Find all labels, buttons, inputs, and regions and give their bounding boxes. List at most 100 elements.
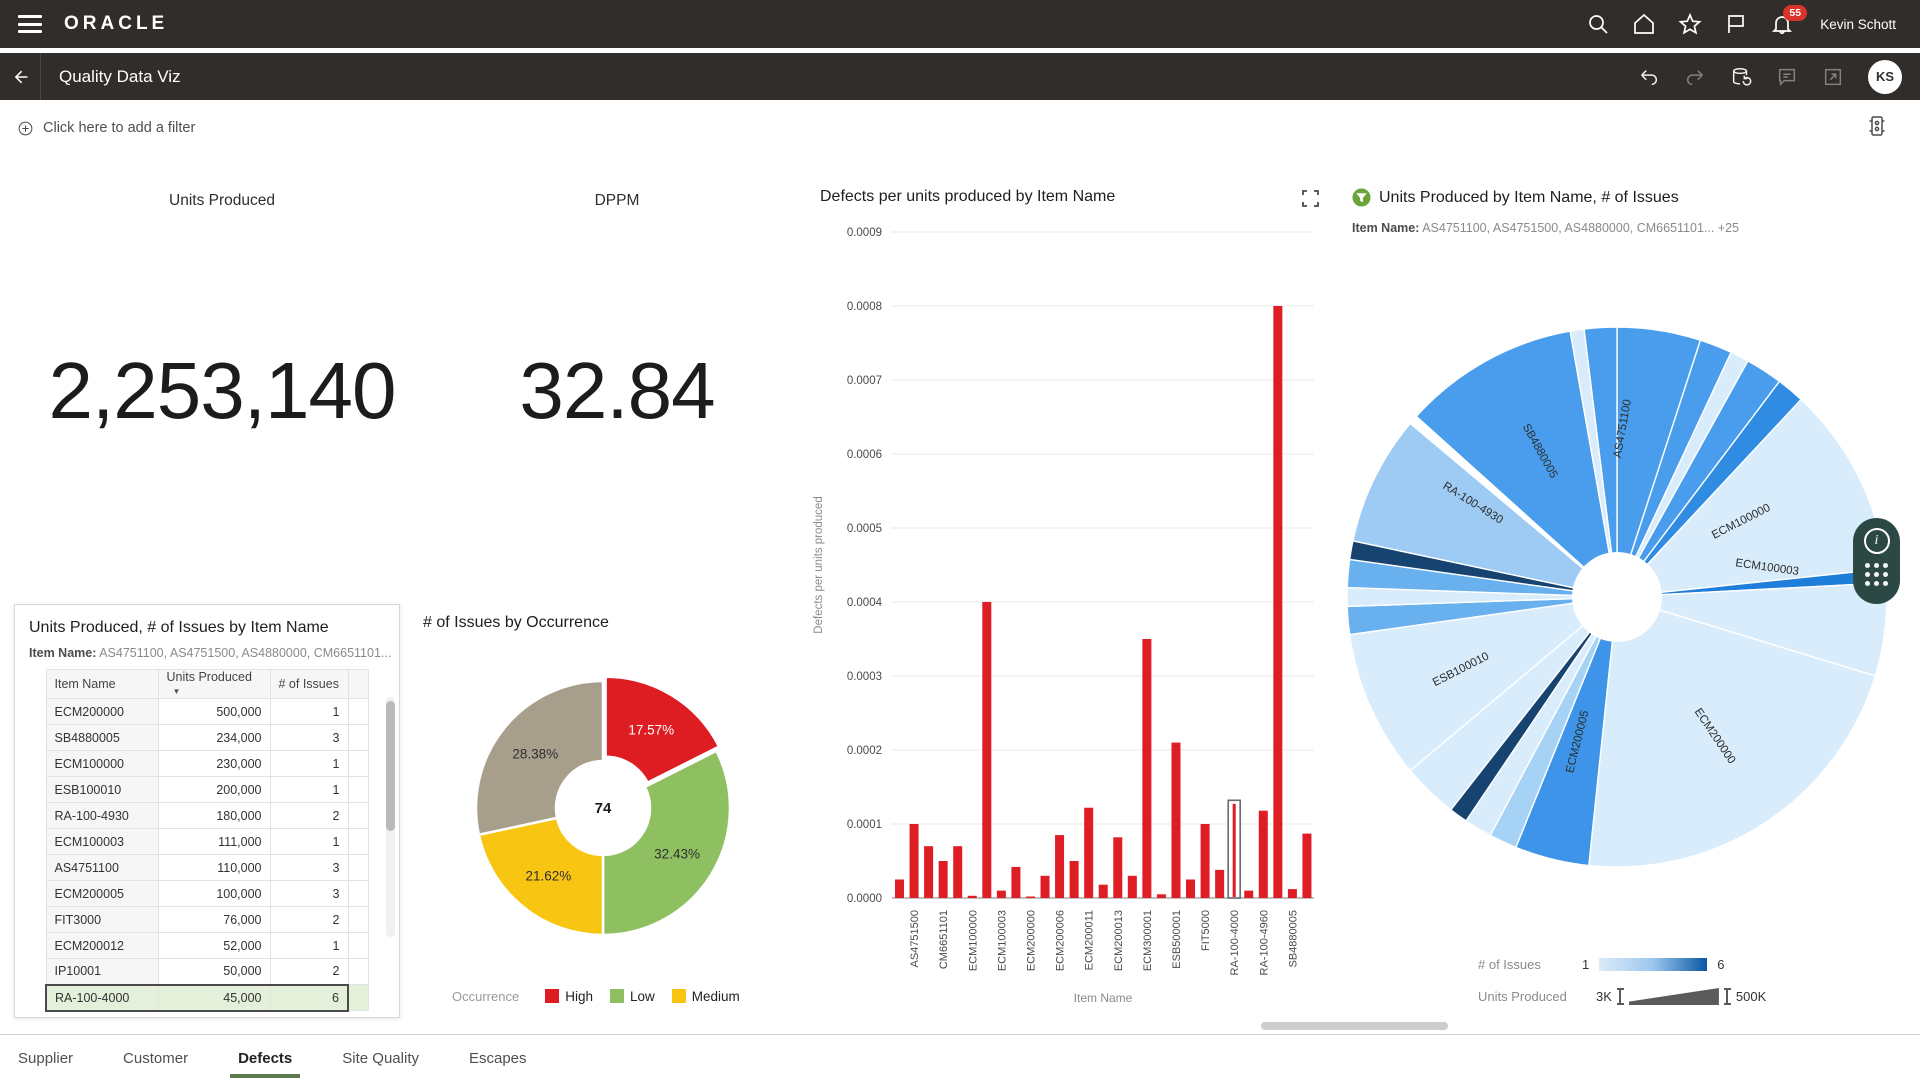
column-header-item-name[interactable]: Item Name bbox=[46, 670, 158, 699]
table-cell[interactable]: 76,000 bbox=[158, 907, 270, 933]
table-cell[interactable]: SB4880005 bbox=[46, 725, 158, 751]
hamburger-menu-icon[interactable] bbox=[18, 15, 42, 33]
table-cell[interactable]: ECM100003 bbox=[46, 829, 158, 855]
table-header-row[interactable]: Item NameUnits Produced▼# of Issues bbox=[46, 670, 368, 699]
tab-defects[interactable]: Defects bbox=[236, 1046, 294, 1071]
table-cell[interactable]: 111,000 bbox=[158, 829, 270, 855]
table-cell[interactable] bbox=[348, 751, 368, 777]
table-cell[interactable]: 180,000 bbox=[158, 803, 270, 829]
donut-slice-Low[interactable] bbox=[603, 751, 730, 935]
bar[interactable] bbox=[1171, 743, 1180, 898]
table-row[interactable]: ECM100000230,0001 bbox=[46, 751, 368, 777]
user-name[interactable]: Kevin Schott bbox=[1820, 17, 1896, 32]
bar[interactable] bbox=[1055, 835, 1064, 898]
tab-escapes[interactable]: Escapes bbox=[467, 1046, 529, 1071]
redo-icon[interactable] bbox=[1684, 66, 1706, 88]
table-cell[interactable] bbox=[348, 803, 368, 829]
table-cell[interactable]: 110,000 bbox=[158, 855, 270, 881]
undo-icon[interactable] bbox=[1638, 66, 1660, 88]
table-cell[interactable]: AS4751100 bbox=[46, 855, 158, 881]
column-header--of-issues[interactable]: # of Issues bbox=[270, 670, 348, 699]
table-cell[interactable]: 1 bbox=[270, 699, 348, 725]
legend-item-High[interactable]: High bbox=[545, 989, 593, 1004]
issues-by-occurrence-donut[interactable]: 17.57%32.43%21.62%28.38%74 bbox=[455, 660, 755, 960]
table-cell[interactable]: FIT3000 bbox=[46, 907, 158, 933]
bar[interactable] bbox=[997, 891, 1006, 898]
table-cell[interactable] bbox=[348, 777, 368, 803]
table-vertical-scrollbar[interactable] bbox=[386, 697, 395, 937]
bar[interactable] bbox=[982, 602, 991, 898]
bar-selected[interactable] bbox=[1228, 800, 1240, 898]
tab-site-quality[interactable]: Site Quality bbox=[340, 1046, 421, 1071]
table-cell[interactable]: 45,000 bbox=[158, 985, 270, 1011]
add-filter-button[interactable]: Click here to add a filter bbox=[17, 120, 195, 137]
data-table[interactable]: Item NameUnits Produced▼# of Issues ECM2… bbox=[45, 669, 369, 1012]
table-cell[interactable] bbox=[348, 985, 368, 1011]
bar[interactable] bbox=[1302, 834, 1311, 898]
bar[interactable] bbox=[1041, 876, 1050, 898]
table-row[interactable]: SB4880005234,0003 bbox=[46, 725, 368, 751]
table-cell[interactable]: 3 bbox=[270, 855, 348, 881]
table-cell[interactable] bbox=[348, 907, 368, 933]
table-cell[interactable]: 3 bbox=[270, 881, 348, 907]
user-avatar[interactable]: KS bbox=[1868, 60, 1902, 94]
table-cell[interactable]: RA-100-4930 bbox=[46, 803, 158, 829]
table-cell[interactable]: 50,000 bbox=[158, 959, 270, 985]
comments-icon[interactable] bbox=[1776, 66, 1798, 88]
table-row[interactable]: IP1000150,0002 bbox=[46, 959, 368, 985]
bar[interactable] bbox=[910, 824, 919, 898]
table-visual-card[interactable]: Units Produced, # of Issues by Item Name… bbox=[14, 604, 400, 1018]
home-icon[interactable] bbox=[1632, 12, 1656, 36]
notifications-bell-icon[interactable]: 55 bbox=[1770, 12, 1794, 36]
flag-icon[interactable] bbox=[1724, 12, 1748, 36]
bar[interactable] bbox=[968, 896, 977, 898]
bar[interactable] bbox=[1026, 897, 1035, 898]
table-cell[interactable]: 1 bbox=[270, 933, 348, 959]
info-icon[interactable]: i bbox=[1864, 528, 1890, 554]
units-by-item-pie[interactable]: AS4751100ECM100000ECM100003ECM200000ECM2… bbox=[1330, 310, 1920, 890]
table-cell[interactable] bbox=[348, 881, 368, 907]
refresh-data-icon[interactable] bbox=[1730, 66, 1752, 88]
tab-supplier[interactable]: Supplier bbox=[16, 1046, 75, 1071]
table-row[interactable]: ECM200000500,0001 bbox=[46, 699, 368, 725]
legend-item-Low[interactable]: Low bbox=[610, 989, 655, 1004]
table-cell[interactable]: 1 bbox=[270, 829, 348, 855]
bar[interactable] bbox=[939, 861, 948, 898]
table-row[interactable]: ECM20001252,0001 bbox=[46, 933, 368, 959]
bar[interactable] bbox=[1142, 639, 1151, 898]
table-cell[interactable] bbox=[348, 699, 368, 725]
bar[interactable] bbox=[1259, 811, 1268, 898]
bar[interactable] bbox=[1084, 808, 1093, 898]
bar[interactable] bbox=[953, 846, 962, 898]
bar[interactable] bbox=[1011, 867, 1020, 898]
table-cell[interactable]: 1 bbox=[270, 777, 348, 803]
table-cell[interactable]: 52,000 bbox=[158, 933, 270, 959]
table-cell[interactable] bbox=[348, 725, 368, 751]
bar[interactable] bbox=[1113, 837, 1122, 898]
table-cell[interactable]: ECM100000 bbox=[46, 751, 158, 777]
column-header-units-produced[interactable]: Units Produced▼ bbox=[158, 670, 270, 699]
horizontal-scrollbar-thumb[interactable] bbox=[1261, 1022, 1448, 1030]
tab-customer[interactable]: Customer bbox=[121, 1046, 190, 1071]
table-cell[interactable]: 2 bbox=[270, 803, 348, 829]
bar[interactable] bbox=[924, 846, 933, 898]
table-cell[interactable] bbox=[348, 829, 368, 855]
bar[interactable] bbox=[1244, 891, 1253, 898]
bar[interactable] bbox=[895, 880, 904, 899]
bar[interactable] bbox=[1070, 861, 1079, 898]
scrollbar-thumb[interactable] bbox=[386, 701, 395, 831]
bar[interactable] bbox=[1273, 306, 1282, 898]
table-cell[interactable]: 100,000 bbox=[158, 881, 270, 907]
legend-item-Medium[interactable]: Medium bbox=[672, 989, 740, 1004]
table-row[interactable]: ECM100003111,0001 bbox=[46, 829, 368, 855]
table-row[interactable]: ECM200005100,0003 bbox=[46, 881, 368, 907]
table-cell[interactable] bbox=[348, 959, 368, 985]
back-button[interactable] bbox=[0, 53, 40, 100]
table-row[interactable]: ESB100010200,0001 bbox=[46, 777, 368, 803]
canvas-properties-icon[interactable] bbox=[1866, 114, 1888, 143]
visual-info-pill[interactable]: i bbox=[1853, 518, 1900, 604]
search-icon[interactable] bbox=[1586, 12, 1610, 36]
table-cell[interactable]: 2 bbox=[270, 907, 348, 933]
drag-handle-dots-icon[interactable] bbox=[1865, 563, 1888, 586]
table-cell[interactable]: 500,000 bbox=[158, 699, 270, 725]
